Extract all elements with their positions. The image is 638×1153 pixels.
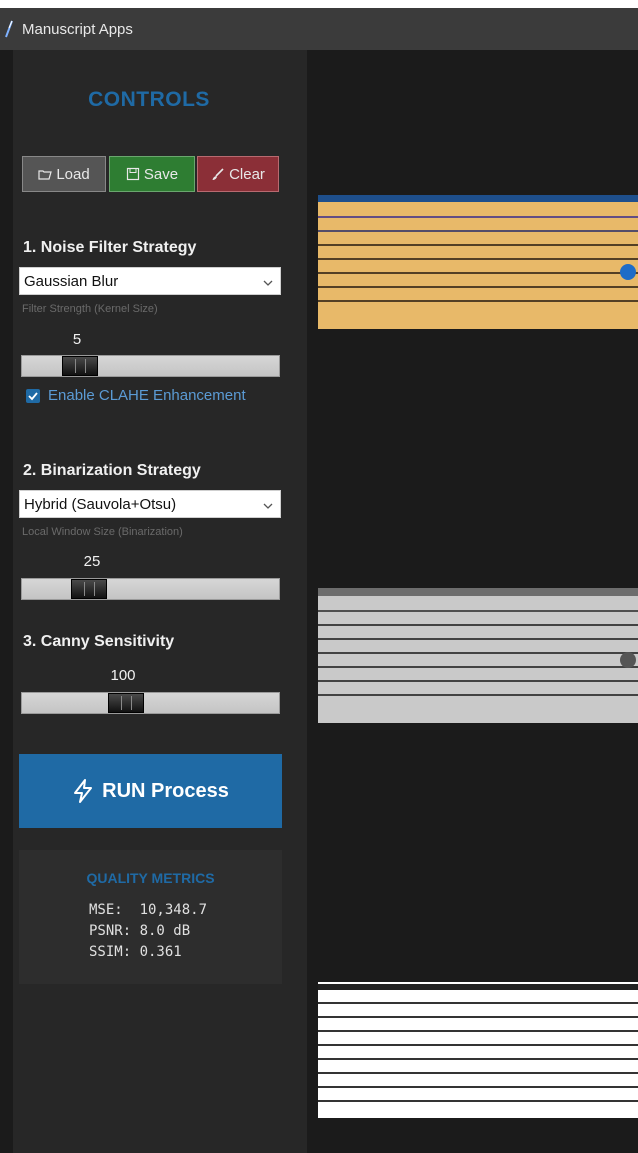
metric-mse: MSE: 10,348.7 [89,902,208,918]
clear-button-label: Clear [229,165,265,183]
filter-strength-label: Filter Strength (Kernel Size) [22,303,158,315]
grayscale-preview [318,588,638,723]
canny-slider-thumb[interactable] [108,693,144,713]
metric-ssim: SSIM: 0.361 [89,944,182,960]
brush-icon [211,167,225,181]
save-button-label: Save [143,165,179,183]
noise-filter-heading: 1. Noise Filter Strategy [23,239,197,256]
controls-sidebar: CONTROLS Load Save Clear 1. Noise Filter… [13,50,307,1153]
chevron-down-icon [262,499,274,511]
app-window: Manuscript Apps CONTROLS Load Save Clear… [0,8,638,1153]
filter-strength-slider[interactable] [21,355,280,377]
load-button[interactable]: Load [22,156,106,192]
metrics-title: QUALITY METRICS [86,870,215,886]
metric-psnr: PSNR: 8.0 dB [89,923,191,939]
window-size-label: Local Window Size (Binarization) [22,526,183,538]
quality-metrics-panel: QUALITY METRICS MSE: 10,348.7 PSNR: 8.0 … [19,850,282,984]
binarization-selected: Hybrid (Sauvola+Otsu) [24,495,177,513]
binarization-select[interactable]: Hybrid (Sauvola+Otsu) [19,490,281,518]
binarization-heading: 2. Binarization Strategy [23,462,201,479]
filter-strength-value: 5 [72,331,82,348]
save-button[interactable]: Save [109,156,195,192]
canny-slider[interactable] [21,692,280,714]
canny-value: 100 [110,667,136,684]
original-manuscript-image [318,202,638,329]
controls-heading: CONTROLS [88,88,210,111]
run-process-label: RUN Process [102,779,229,802]
folder-icon [38,167,53,181]
noise-filter-selected: Gaussian Blur [24,272,119,290]
clahe-checkbox[interactable] [26,389,40,403]
filter-strength-slider-thumb[interactable] [62,356,98,376]
chevron-down-icon [262,276,274,288]
window-size-value: 25 [83,553,101,570]
title-bar: Manuscript Apps [0,8,638,50]
binary-preview [318,982,638,1118]
window-size-slider-thumb[interactable] [71,579,107,599]
canny-heading: 3. Canny Sensitivity [23,633,175,650]
lightning-icon [72,779,94,803]
window-title: Manuscript Apps [22,20,133,38]
load-button-label: Load [56,165,90,183]
feather-icon [4,20,14,38]
floppy-icon [126,167,140,181]
window-size-slider[interactable] [21,578,280,600]
clear-button[interactable]: Clear [197,156,279,192]
noise-filter-select[interactable]: Gaussian Blur [19,267,281,295]
checkmark-icon [28,392,38,401]
original-preview [318,195,638,329]
run-process-button[interactable]: RUN Process [19,754,282,828]
clahe-label[interactable]: Enable CLAHE Enhancement [48,387,246,404]
